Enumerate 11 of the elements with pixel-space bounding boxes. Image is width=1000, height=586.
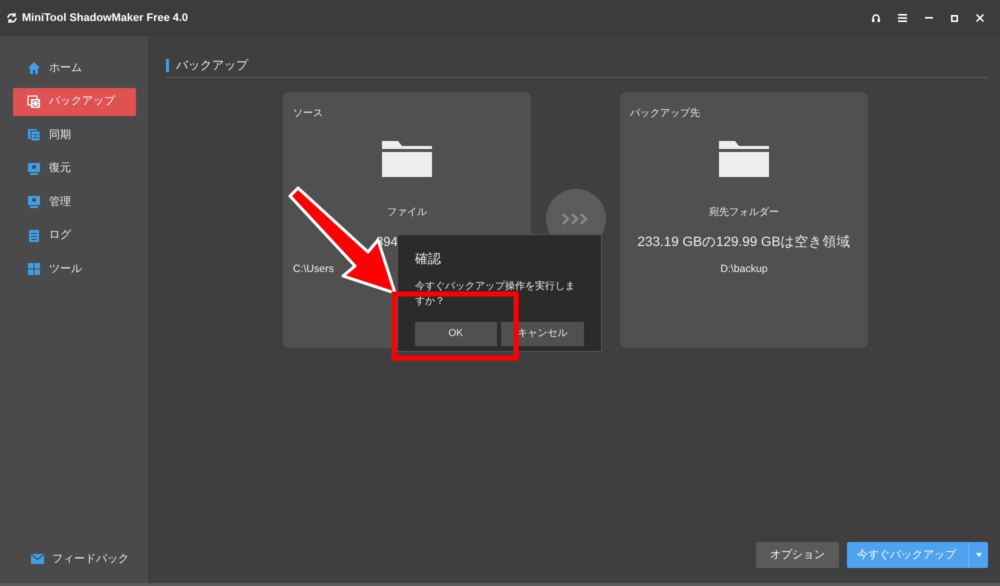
panel-label: ソース	[293, 107, 323, 121]
dialog-message: 今すぐバックアップ操作を実行しますか？	[415, 280, 576, 308]
free-space-text: 233.19 GBの129.99 GBは空き領域	[637, 233, 851, 251]
panel-label: バックアップ先	[630, 106, 700, 121]
panel-name: ファイル	[387, 206, 427, 220]
path-text: D:\backup	[720, 262, 768, 278]
path-text: C:\Users	[293, 262, 334, 276]
panel-name: 宛先フォルダー	[709, 206, 779, 220]
dialog-title: 確認	[415, 250, 442, 268]
page-title: バックアップ	[176, 57, 248, 74]
window-title: MiniTool ShadowMaker Free 4.0	[22, 10, 188, 26]
